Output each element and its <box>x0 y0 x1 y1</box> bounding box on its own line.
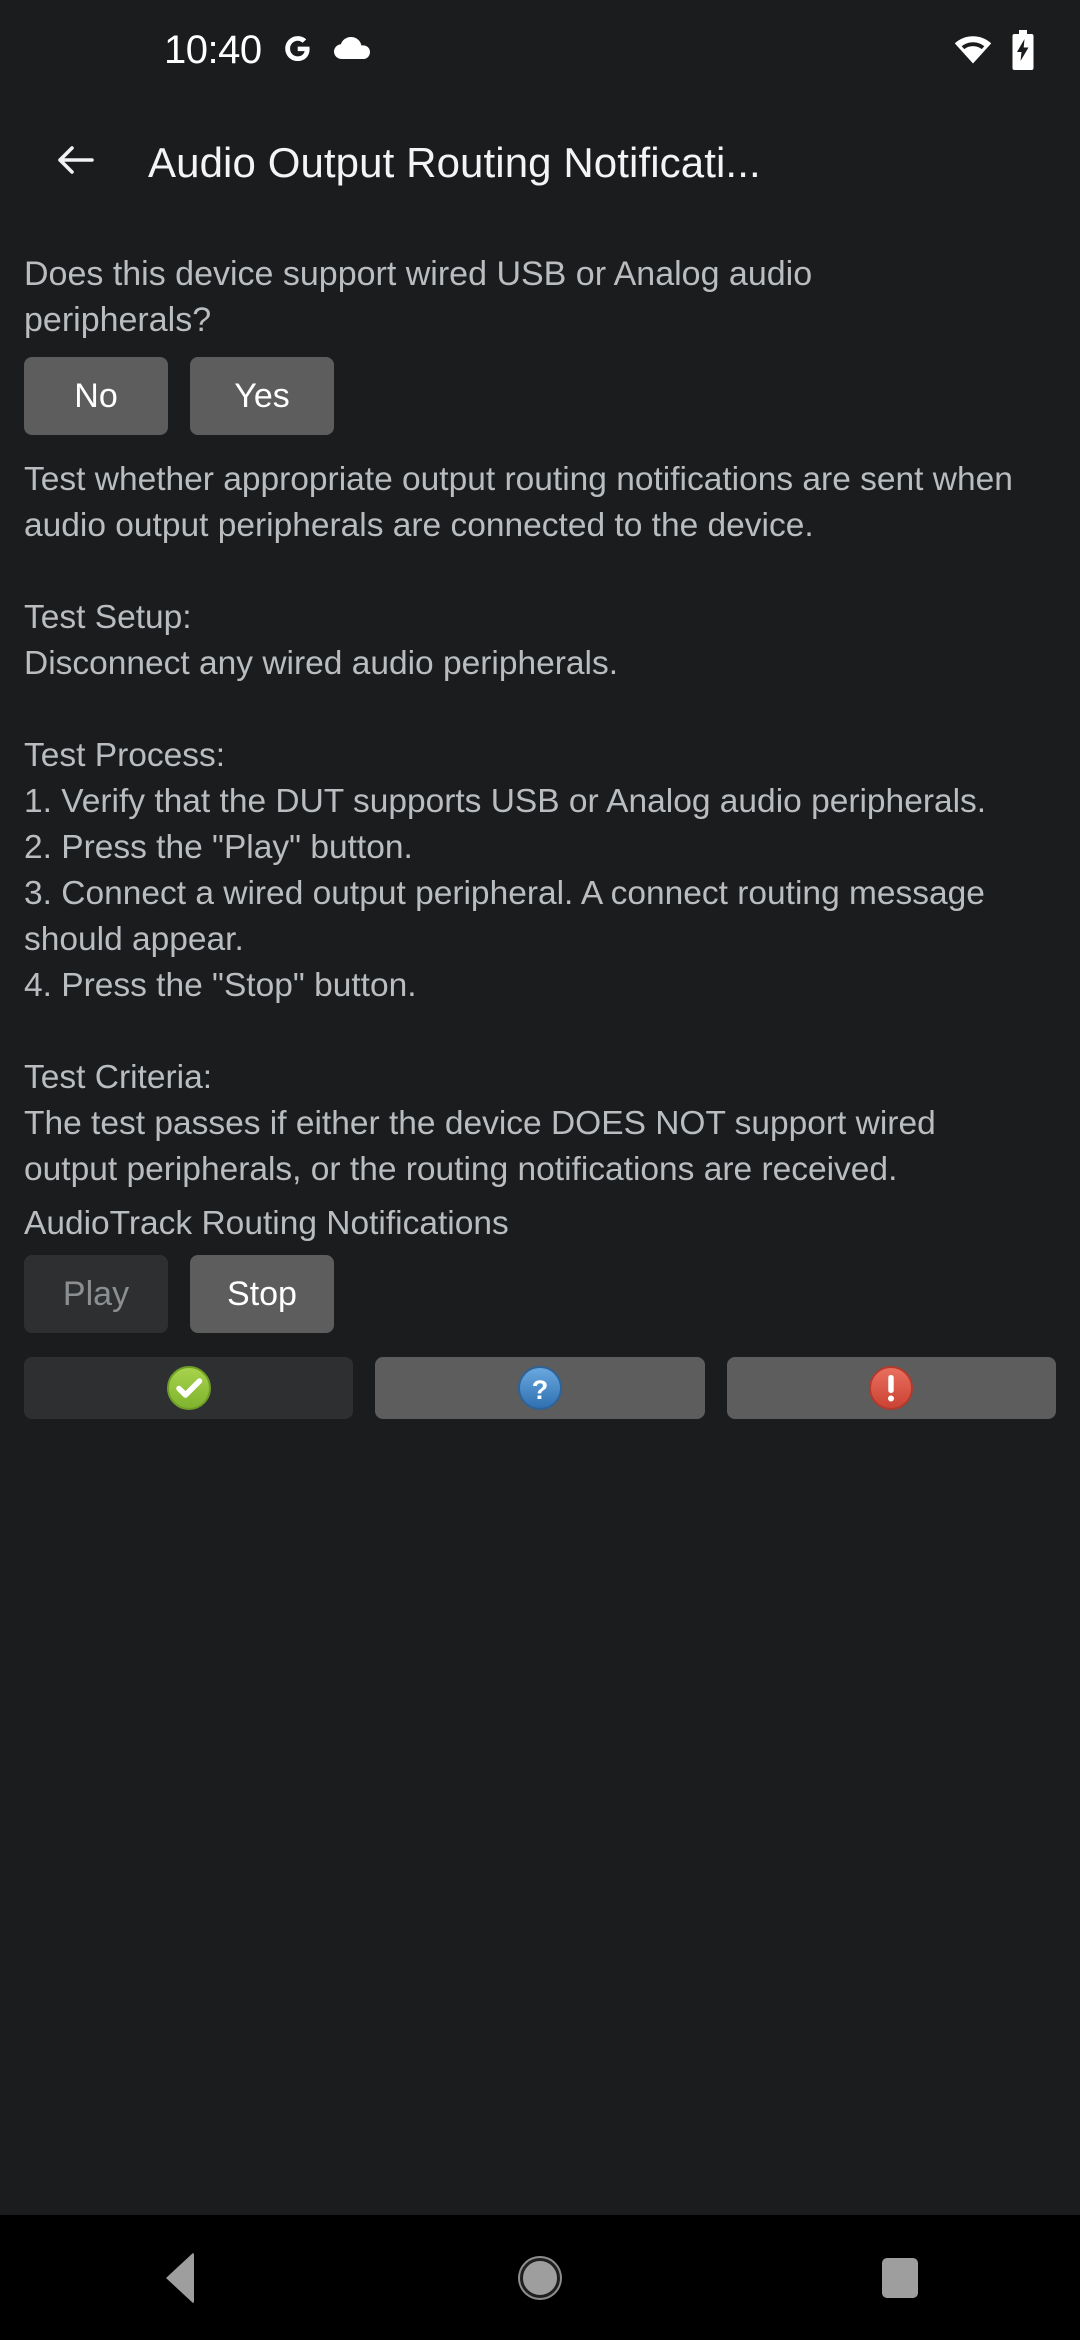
back-button[interactable] <box>48 135 104 191</box>
main-content: Does this device support wired USB or An… <box>0 225 1080 2215</box>
cloud-icon <box>332 35 372 65</box>
status-bar: 10:40 <box>0 0 1080 100</box>
test-instructions: Test whether appropriate output routing … <box>24 461 1013 1188</box>
yes-button[interactable]: Yes <box>190 357 334 435</box>
playback-controls: Play Stop <box>24 1255 334 1333</box>
verdict-buttons: ? <box>24 1357 1056 1419</box>
stop-button[interactable]: Stop <box>190 1255 334 1333</box>
page-title: Audio Output Routing Notificati... <box>148 138 761 186</box>
no-button[interactable]: No <box>24 357 168 435</box>
support-question-label: Does this device support wired USB or An… <box>24 255 813 339</box>
info-button[interactable]: ? <box>375 1357 705 1419</box>
status-clock: 10:40 <box>164 28 262 72</box>
status-bar-left: 10:40 <box>164 30 372 70</box>
check-circle-icon <box>166 1365 212 1411</box>
nav-back-button[interactable] <box>115 2233 245 2323</box>
svg-text:?: ? <box>532 1375 549 1405</box>
exclamation-circle-icon <box>868 1365 914 1411</box>
nav-home-button[interactable] <box>475 2233 605 2323</box>
support-answer-buttons: No Yes <box>24 357 1056 435</box>
app-bar: Audio Output Routing Notificati... <box>0 100 1080 225</box>
play-button[interactable]: Play <box>24 1255 168 1333</box>
google-g-icon <box>280 33 314 67</box>
question-circle-icon: ? <box>517 1365 563 1411</box>
nav-back-icon <box>166 2251 194 2304</box>
status-bar-right <box>954 30 1036 70</box>
fail-button[interactable] <box>726 1357 1056 1419</box>
navigation-bar <box>0 2215 1080 2340</box>
nav-home-icon <box>520 2257 560 2298</box>
arrow-left-icon <box>52 136 100 189</box>
nav-recents-button[interactable] <box>835 2233 965 2323</box>
app-screen: 10:40 Audio Output Routing Notificati...… <box>0 0 1080 2340</box>
routing-section-label: AudioTrack Routing Notifications <box>24 1205 509 1242</box>
nav-recents-icon <box>882 2257 918 2298</box>
wifi-icon <box>954 34 992 66</box>
battery-charging-icon <box>1010 30 1036 70</box>
pass-button[interactable] <box>24 1357 354 1419</box>
